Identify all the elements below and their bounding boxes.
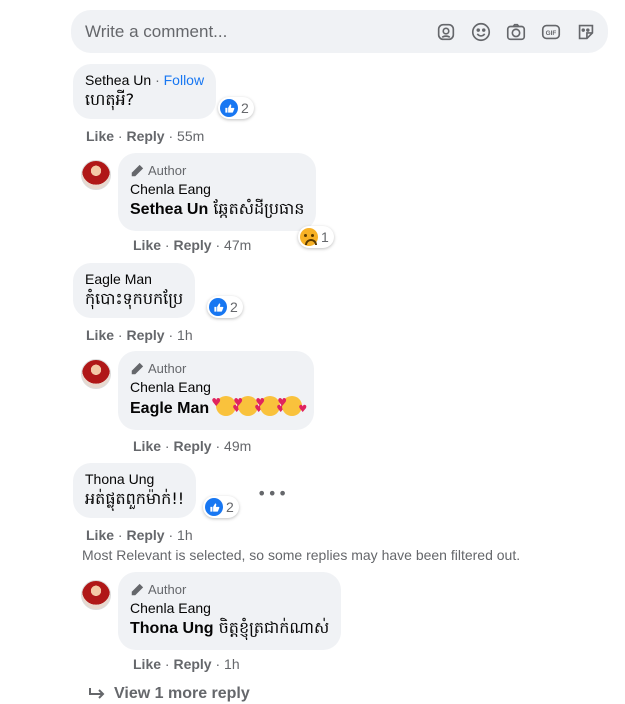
author-badge: Author [130, 581, 329, 599]
reply-button[interactable]: Reply [126, 327, 164, 343]
reply-button[interactable]: Reply [173, 656, 211, 672]
reply-author[interactable]: Chenla Eang [130, 599, 329, 617]
separator: · [117, 327, 123, 343]
separator: · [117, 128, 123, 144]
timestamp[interactable]: 1h [177, 327, 193, 343]
composer-toolbar: GIF [433, 19, 598, 44]
view-more-replies-button[interactable]: View 1 more reply [88, 685, 250, 703]
separator: · [168, 128, 174, 144]
more-options-icon[interactable]: ••• [257, 484, 288, 503]
camera-icon[interactable] [503, 19, 528, 44]
filter-notice: Most Relevant is selected, so some repli… [82, 547, 521, 563]
timestamp[interactable]: 49m [224, 438, 251, 454]
comment-text: អត់ផ្លុតពួកម៉ាក់!! [85, 489, 185, 508]
separator: · [164, 438, 170, 454]
separator: · [164, 237, 170, 253]
pencil-icon [131, 583, 144, 596]
avatar[interactable] [81, 160, 111, 190]
follow-link[interactable]: Follow [164, 72, 204, 88]
reply-button[interactable]: Reply [173, 237, 211, 253]
timestamp[interactable]: 55m [177, 128, 204, 144]
comment-author[interactable]: Sethea Un [85, 72, 151, 88]
timestamp[interactable]: 1h [177, 527, 193, 543]
comment-actions: Like · Reply · 1h [86, 527, 193, 543]
reply-actions: Like · Reply · 49m [133, 438, 251, 454]
separator: · [215, 237, 221, 253]
separator: · [155, 72, 160, 88]
timestamp[interactable]: 1h [224, 656, 240, 672]
like-button[interactable]: Like [86, 128, 114, 144]
reaction-summary[interactable]: 2 [207, 296, 243, 318]
comment-text: កុំបោះទុកបកប្រែ [85, 289, 184, 308]
reply-actions: Like · Reply · 47m [133, 237, 251, 253]
mention-tag[interactable]: Eagle Man [130, 400, 209, 417]
reply-bubble: Author Chenla Eang Sethea Un ឆ្កែតសំដីប្… [118, 153, 317, 231]
reply-actions: Like · Reply · 1h [133, 656, 240, 672]
reaction-count: 1 [321, 229, 329, 245]
reply-arrow-icon [89, 688, 105, 699]
like-reaction-icon [205, 498, 223, 516]
comment-actions: Like · Reply · 55m [86, 128, 204, 144]
separator: · [215, 438, 221, 454]
reply-author[interactable]: Chenla Eang [130, 180, 304, 198]
reaction-summary[interactable]: 2 [203, 496, 239, 518]
reaction-summary[interactable]: 1 [298, 226, 334, 248]
like-button[interactable]: Like [86, 527, 114, 543]
author-badge: Author [130, 162, 304, 180]
reaction-count: 2 [241, 100, 249, 116]
like-reaction-icon [209, 298, 227, 316]
heart-face-emoji-icon [277, 392, 307, 421]
reaction-summary[interactable]: 2 [218, 97, 254, 119]
reply-button[interactable]: Reply [126, 527, 164, 543]
like-button[interactable]: Like [133, 656, 161, 672]
pencil-icon [131, 362, 144, 375]
reply-bubble: Author Chenla Eang Eagle Man [118, 351, 315, 430]
emoji-icon[interactable] [468, 19, 493, 44]
avatar-sticker-icon[interactable] [433, 19, 458, 44]
like-button[interactable]: Like [133, 237, 161, 253]
comment-input[interactable]: Write a comment... [85, 22, 433, 42]
timestamp[interactable]: 47m [224, 237, 251, 253]
comment-composer[interactable]: Write a comment... GIF [71, 10, 608, 53]
separator: · [164, 656, 170, 672]
separator: · [215, 656, 221, 672]
comment-bubble: Sethea Un · Follow ហេតុអី? [73, 64, 217, 119]
reply-text: ឆ្កែតសំដីប្រធាន [213, 199, 305, 218]
separator: · [168, 527, 174, 543]
sad-reaction-icon [300, 228, 318, 246]
like-button[interactable]: Like [86, 327, 114, 343]
pencil-icon [131, 164, 144, 177]
reply-bubble: Author Chenla Eang Thona Ung ចិត្តខ្ញុំត… [118, 572, 342, 650]
sticker-icon[interactable] [573, 19, 598, 44]
like-button[interactable]: Like [133, 438, 161, 454]
reaction-count: 2 [230, 299, 238, 315]
reaction-count: 2 [226, 499, 234, 515]
reply-text: ចិត្តខ្ញុំត្រជាក់ណាស់ [218, 618, 330, 637]
comment-actions: Like · Reply · 1h [86, 327, 193, 343]
mention-tag[interactable]: Sethea Un [130, 201, 208, 218]
mention-tag[interactable]: Thona Ung [130, 620, 214, 637]
svg-text:GIF: GIF [545, 29, 556, 36]
comment-bubble: Eagle Man កុំបោះទុកបកប្រែ [73, 263, 196, 318]
comment-text: ហេតុអី? [85, 90, 135, 109]
comment-author[interactable]: Thona Ung [85, 470, 184, 488]
separator: · [168, 327, 174, 343]
author-badge: Author [130, 360, 302, 378]
like-reaction-icon [220, 99, 238, 117]
comment-author[interactable]: Eagle Man [85, 270, 183, 288]
comment-bubble: Thona Ung អត់ផ្លុតពួកម៉ាក់!! [73, 463, 197, 518]
gif-icon[interactable]: GIF [538, 19, 563, 44]
view-more-label: View 1 more reply [114, 685, 250, 702]
reply-button[interactable]: Reply [173, 438, 211, 454]
avatar[interactable] [81, 580, 111, 610]
avatar[interactable] [81, 359, 111, 389]
reply-button[interactable]: Reply [126, 128, 164, 144]
separator: · [117, 527, 123, 543]
